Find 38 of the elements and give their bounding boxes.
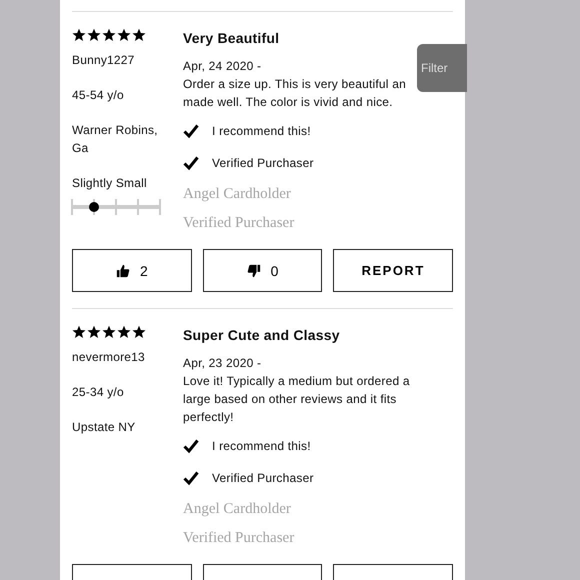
fit-label: Slightly Small xyxy=(72,175,147,192)
star-icon xyxy=(87,28,101,42)
star-icon xyxy=(87,325,101,339)
reviewer-location: Upstate NY xyxy=(72,419,136,436)
badge-label: Verified Purchaser xyxy=(183,214,294,233)
star-icon xyxy=(102,28,116,42)
review-text: made well. The color is vivid and nice. xyxy=(183,94,393,111)
check-label: I recommend this! xyxy=(212,124,311,138)
dislike-button[interactable]: 0 xyxy=(202,249,322,292)
badge-label: Angel Cardholder xyxy=(183,185,291,204)
star-icon xyxy=(102,325,116,339)
review-text: Love it! Typically a medium but ordered a large based on other reviews and it fits perfectly! xyxy=(183,373,411,426)
star-icon xyxy=(132,28,146,42)
thumbs-down-icon xyxy=(246,264,261,278)
badge-label: Angel Cardholder xyxy=(183,500,291,519)
star-icon xyxy=(117,325,131,339)
review-title: Very Beautiful xyxy=(183,29,280,48)
reviewer-location: Warner Robins, Ga xyxy=(72,122,159,157)
star-icon xyxy=(72,325,86,339)
star-icon xyxy=(117,28,131,42)
report-button[interactable]: REPORT xyxy=(333,249,454,292)
reviewer-name: nevermore13 xyxy=(72,349,145,366)
filter-tab[interactable]: Filter xyxy=(417,44,467,92)
star-icon xyxy=(132,325,146,339)
badge-label: Verified Purchaser xyxy=(183,529,294,548)
thumbs-up-icon xyxy=(116,264,130,278)
review-date: Apr, 23 2020 - xyxy=(183,355,262,372)
reviewer-age: 25-34 y/o xyxy=(72,384,124,401)
reviewer-age: 45-54 y/o xyxy=(72,87,124,104)
star-icon xyxy=(72,28,86,42)
review-title: Super Cute and Classy xyxy=(183,326,340,345)
check-label: Verified Purchaser xyxy=(212,471,314,485)
like-button[interactable]: 2 xyxy=(72,249,192,292)
check-label: Verified Purchaser xyxy=(212,156,314,170)
review-text: Order a size up. This is very beautiful an xyxy=(183,76,406,93)
reviewer-name: Bunny1227 xyxy=(72,52,135,69)
review-date: Apr, 24 2020 - xyxy=(183,58,262,75)
check-label: I recommend this! xyxy=(212,439,311,453)
